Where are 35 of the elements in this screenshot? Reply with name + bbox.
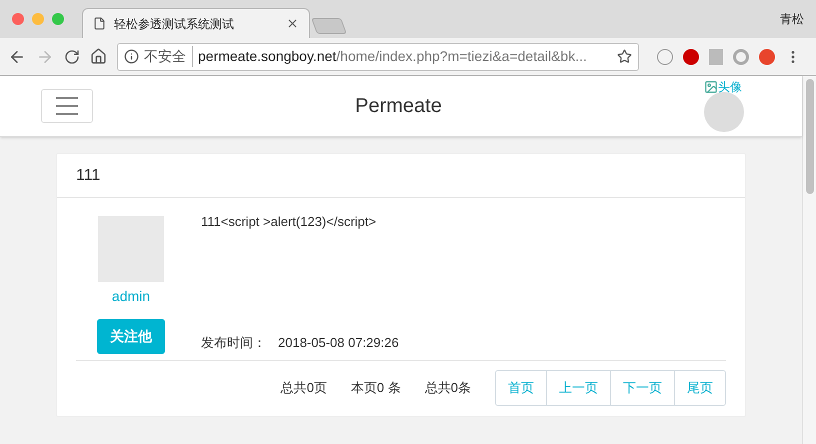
pagination-button[interactable]: 上一页 [546, 371, 610, 405]
url-text: permeate.songboy.net/home/index.php?m=tiezi&a=detail&bk... [198, 47, 588, 66]
scrollbar[interactable] [802, 76, 816, 444]
address-bar[interactable]: 不安全 permeate.songboy.net/home/index.php?m=tiezi&a=detail&bk... [117, 42, 639, 70]
avatar-alt-text: 头像 [718, 79, 742, 96]
new-tab-button[interactable] [311, 18, 347, 34]
pagination-button[interactable]: 下一页 [610, 371, 674, 405]
avatar-button[interactable] [704, 92, 744, 132]
author-link[interactable]: admin [112, 286, 150, 307]
page-icon [93, 17, 106, 30]
info-icon [124, 49, 139, 64]
close-tab-icon[interactable] [286, 17, 299, 30]
post-content: 111<script >alert(123)</script> [201, 213, 378, 231]
menu-toggle-button[interactable] [41, 89, 93, 123]
maximize-window-icon[interactable] [52, 13, 64, 25]
home-icon[interactable] [90, 48, 107, 65]
security-label: 不安全 [144, 46, 193, 67]
reload-icon[interactable] [64, 48, 80, 64]
publish-time: 2018-05-08 07:29:26 [278, 334, 399, 352]
pagination-button[interactable]: 首页 [496, 371, 546, 405]
pagination-button[interactable]: 尾页 [674, 371, 725, 405]
pagination-stat: 总共0页 [280, 379, 327, 398]
tab-title: 轻松参透测试系统测试 [114, 16, 235, 32]
ring-icon[interactable] [733, 48, 749, 64]
profile-name[interactable]: 青松 [780, 10, 804, 28]
bookmark-star-icon[interactable] [617, 49, 632, 64]
browser-tab[interactable]: 轻松参透测试系统测试 [82, 8, 310, 38]
close-window-icon[interactable] [12, 13, 24, 25]
publish-time-label: 发布时间： [201, 334, 266, 352]
follow-button[interactable]: 关注他 [97, 319, 165, 354]
pagination-stat: 本页0 条 [350, 379, 401, 398]
brand-title[interactable]: Permeate [355, 91, 442, 121]
broken-image-icon [704, 80, 718, 94]
pagination-stat: 总共0条 [424, 379, 471, 398]
post-title: 111 [76, 166, 100, 186]
